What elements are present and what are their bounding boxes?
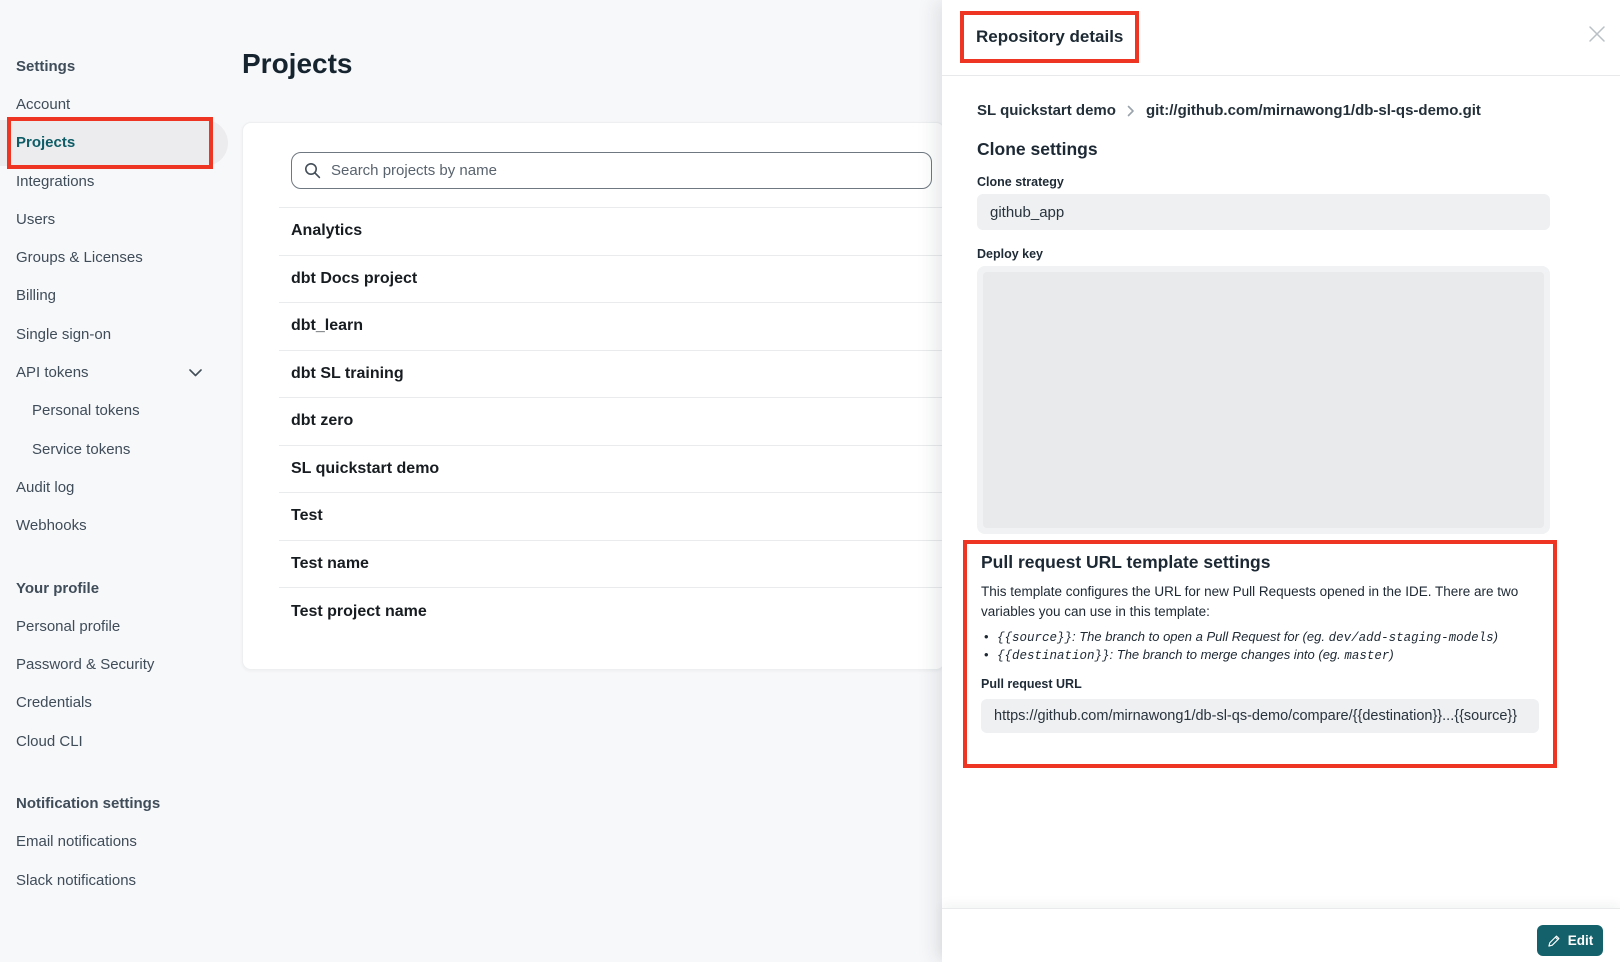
chevron-down-icon	[189, 364, 202, 381]
chevron-right-icon	[1127, 105, 1135, 117]
panel-title: Repository details	[976, 27, 1123, 47]
pr-variable-source: {{source}}: The branch to open a Pull Re…	[981, 629, 1539, 647]
pull-request-template-section: Pull request URL template settings This …	[963, 540, 1557, 768]
pull-request-url-label: Pull request URL	[981, 677, 1539, 691]
search-icon	[304, 162, 321, 179]
sidebar-item-cloud-cli[interactable]: Cloud CLI	[0, 722, 248, 760]
sidebar-item-personal-tokens[interactable]: Personal tokens	[0, 392, 248, 430]
page-title: Projects	[242, 48, 353, 80]
pr-template-variables: {{source}}: The branch to open a Pull Re…	[981, 629, 1539, 664]
project-row[interactable]: Test	[279, 493, 946, 541]
project-row[interactable]: Test project name	[279, 588, 946, 636]
project-row[interactable]: SL quickstart demo	[279, 446, 946, 494]
settings-sidebar: Settings Account Projects Integrations U…	[0, 0, 248, 962]
sidebar-item-single-sign-on[interactable]: Single sign-on	[0, 315, 248, 353]
sidebar-item-credentials[interactable]: Credentials	[0, 684, 248, 722]
close-icon[interactable]	[1588, 25, 1606, 43]
project-row[interactable]: Analytics	[279, 208, 946, 256]
pr-template-heading: Pull request URL template settings	[981, 552, 1539, 573]
edit-button[interactable]: Edit	[1537, 925, 1603, 956]
project-row[interactable]: dbt SL training	[279, 351, 946, 399]
project-row[interactable]: dbt_learn	[279, 303, 946, 351]
sidebar-item-slack-notifications[interactable]: Slack notifications	[0, 861, 248, 899]
project-row[interactable]: dbt Docs project	[279, 256, 946, 304]
sidebar-heading-settings: Settings	[0, 47, 248, 85]
sidebar-item-personal-profile[interactable]: Personal profile	[0, 607, 248, 645]
sidebar-item-audit-log[interactable]: Audit log	[0, 468, 248, 506]
project-list: Analytics dbt Docs project dbt_learn dbt…	[279, 207, 946, 636]
sidebar-item-users[interactable]: Users	[0, 200, 248, 238]
red-highlight-box: Repository details	[960, 11, 1139, 63]
deploy-key-redacted-value	[983, 272, 1544, 528]
pencil-icon	[1547, 934, 1561, 948]
pr-variable-destination: {{destination}}: The branch to merge cha…	[981, 647, 1539, 665]
deploy-key-field	[977, 266, 1550, 534]
sidebar-item-groups-licenses[interactable]: Groups & Licenses	[0, 238, 248, 276]
project-row[interactable]: Test name	[279, 541, 946, 589]
search-input[interactable]	[331, 162, 931, 179]
sidebar-item-service-tokens[interactable]: Service tokens	[0, 430, 248, 468]
breadcrumb: SL quickstart demo git://github.com/mirn…	[977, 102, 1481, 119]
header-divider	[942, 75, 1620, 76]
clone-strategy-value: github_app	[977, 194, 1550, 230]
deploy-key-label: Deploy key	[977, 247, 1043, 261]
repository-details-panel: Repository details SL quickstart demo gi…	[942, 0, 1620, 962]
projects-card: Analytics dbt Docs project dbt_learn dbt…	[242, 122, 945, 670]
project-search[interactable]	[291, 152, 932, 189]
clone-strategy-label: Clone strategy	[977, 175, 1064, 189]
sidebar-item-api-tokens[interactable]: API tokens	[0, 353, 248, 391]
sidebar-heading-notification-settings: Notification settings	[0, 784, 248, 822]
panel-footer: Edit	[942, 908, 1620, 962]
clone-settings-heading: Clone settings	[977, 139, 1098, 160]
breadcrumb-repo-url: git://github.com/mirnawong1/db-sl-qs-dem…	[1146, 102, 1481, 119]
sidebar-item-billing[interactable]: Billing	[0, 277, 248, 315]
sidebar-item-projects[interactable]: Projects	[0, 124, 248, 162]
sidebar-item-email-notifications[interactable]: Email notifications	[0, 823, 248, 861]
sidebar-heading-your-profile: Your profile	[0, 569, 248, 607]
pr-template-description: This template configures the URL for new…	[981, 582, 1539, 622]
sidebar-item-integrations[interactable]: Integrations	[0, 162, 248, 200]
project-row[interactable]: dbt zero	[279, 398, 946, 446]
sidebar-item-password-security[interactable]: Password & Security	[0, 645, 248, 683]
breadcrumb-project[interactable]: SL quickstart demo	[977, 102, 1116, 119]
sidebar-item-webhooks[interactable]: Webhooks	[0, 507, 248, 545]
sidebar-item-account[interactable]: Account	[0, 85, 248, 123]
pull-request-url-value: https://github.com/mirnawong1/db-sl-qs-d…	[981, 699, 1539, 733]
